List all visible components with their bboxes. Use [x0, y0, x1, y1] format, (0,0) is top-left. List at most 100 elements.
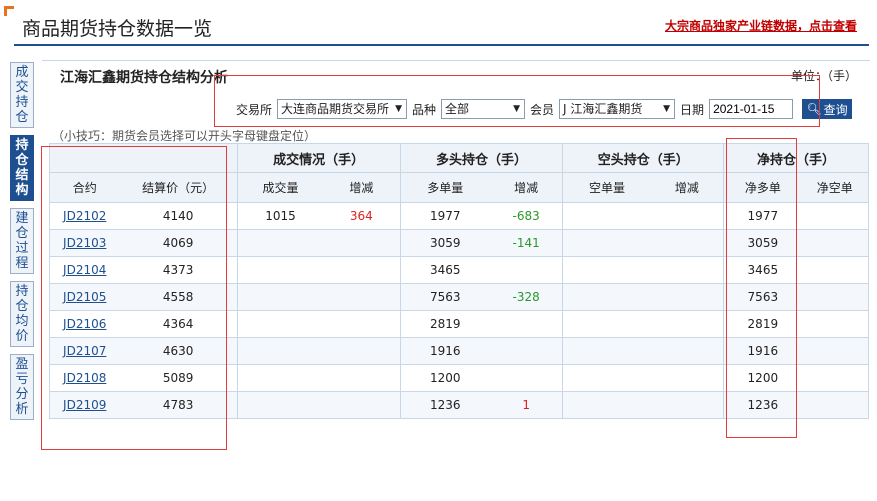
col-header-volume: 成交量 — [236, 172, 324, 203]
table-row: JD2106 4364 2819 2819 — [49, 310, 869, 338]
cell-volume — [236, 283, 324, 311]
cell-short — [562, 229, 651, 257]
cell-short — [562, 256, 651, 284]
cell-volume-change — [323, 364, 401, 392]
cell-long: 1200 — [399, 364, 490, 392]
member-select[interactable]: J 江海汇鑫期货 ▼ — [559, 99, 676, 119]
col-header-short-change: 增减 — [650, 172, 724, 203]
cell-long-change: -328 — [489, 283, 563, 311]
query-button[interactable]: 🔍︎ 查询 — [802, 99, 853, 119]
member-label: 会员 — [530, 102, 555, 117]
contract-link[interactable]: JD2107 — [63, 344, 106, 358]
cell-volume-change: 364 — [323, 202, 401, 230]
cell-long: 2819 — [399, 310, 490, 338]
table-body: JD2102 4140 1015 364 1977 -683 1977 JD2103 4069 3… — [49, 202, 869, 419]
position-table: 成交情况（手） 多头持仓（手） 空头持仓（手） 净持仓（手） 合约 结算价（元）… — [49, 143, 869, 419]
header-divider — [14, 44, 869, 46]
cell-net-short — [801, 337, 869, 365]
cell-long-change: 1 — [489, 391, 563, 419]
cell-volume — [236, 310, 324, 338]
cell-price: 5089 — [119, 364, 238, 392]
cell-long-change — [489, 337, 563, 365]
cell-net-long: 1200 — [723, 364, 802, 392]
query-button-label: 查询 — [823, 102, 848, 117]
date-label: 日期 — [680, 102, 705, 117]
cell-net-short — [801, 310, 869, 338]
cell-net-short — [801, 229, 869, 257]
tip-text: （小技巧：期货会员选择可以开头字母键盘定位） — [52, 129, 317, 143]
variety-select[interactable]: 全部 ▼ — [441, 99, 526, 119]
table-row: JD2103 4069 3059 -141 3059 — [49, 229, 869, 257]
side-tab-build-process[interactable]: 建仓过程 — [10, 208, 34, 274]
side-tab-position-structure[interactable]: 持仓结构 — [10, 135, 34, 201]
cell-price: 4558 — [119, 283, 238, 311]
cell-short — [562, 283, 651, 311]
table-row: JD2108 5089 1200 1200 — [49, 364, 869, 392]
group-header-long: 多头持仓（手） — [399, 143, 563, 173]
exchange-select[interactable]: 大连商品期货交易所 ▼ — [277, 99, 408, 119]
cell-long: 1916 — [399, 337, 490, 365]
cell-contract[interactable]: JD2106 — [49, 310, 120, 338]
cell-contract[interactable]: JD2105 — [49, 283, 120, 311]
contract-link[interactable]: JD2105 — [63, 290, 106, 304]
cell-volume-change — [323, 391, 401, 419]
cell-volume — [236, 256, 324, 284]
side-tab-profit-loss[interactable]: 盈亏分析 — [10, 354, 34, 420]
title-corner-mark — [4, 6, 14, 16]
cell-contract[interactable]: JD2104 — [49, 256, 120, 284]
cell-long: 3059 — [399, 229, 490, 257]
cell-long-change — [489, 364, 563, 392]
cell-short-change — [650, 310, 724, 338]
side-tab-average-price[interactable]: 持仓均价 — [10, 281, 34, 347]
cell-short — [562, 337, 651, 365]
cell-contract[interactable]: JD2102 — [49, 202, 120, 230]
section-title: 江海汇鑫期货持仓结构分析 — [60, 70, 228, 86]
cell-short-change — [650, 229, 724, 257]
cell-net-short — [801, 391, 869, 419]
cell-volume: 1015 — [236, 202, 324, 230]
contract-link[interactable]: JD2104 — [63, 263, 106, 277]
exchange-select-value: 大连商品期货交易所 — [281, 102, 390, 116]
cell-net-long: 3465 — [723, 256, 802, 284]
table-row: JD2109 4783 1236 1 1236 — [49, 391, 869, 419]
promo-link[interactable]: 大宗商品独家产业链数据，点击查看 — [665, 17, 857, 34]
cell-long-change — [489, 256, 563, 284]
col-header-volume-change: 增减 — [323, 172, 401, 203]
cell-price: 4783 — [119, 391, 238, 419]
cell-contract[interactable]: JD2109 — [49, 391, 120, 419]
cell-long: 7563 — [399, 283, 490, 311]
cell-contract[interactable]: JD2108 — [49, 364, 120, 392]
table-row: JD2104 4373 3465 3465 — [49, 256, 869, 284]
cell-price: 4373 — [119, 256, 238, 284]
cell-volume-change — [323, 310, 401, 338]
cell-net-short — [801, 364, 869, 392]
contract-link[interactable]: JD2108 — [63, 371, 106, 385]
cell-volume-change — [323, 337, 401, 365]
col-header-short: 空单量 — [562, 172, 651, 203]
chevron-down-icon: ▼ — [395, 104, 403, 114]
group-header-short: 空头持仓（手） — [562, 143, 724, 173]
filter-bar: 交易所 大连商品期货交易所 ▼ 品种 全部 ▼ 会员 J 江海汇鑫期货 ▼ 日期… — [236, 99, 853, 119]
contract-link[interactable]: JD2102 — [63, 209, 106, 223]
cell-short — [562, 364, 651, 392]
col-header-long-change: 增减 — [489, 172, 563, 203]
contract-link[interactable]: JD2109 — [63, 398, 106, 412]
col-header-net-short: 净空单 — [801, 172, 869, 203]
cell-net-long: 1916 — [723, 337, 802, 365]
cell-long: 1236 — [399, 391, 490, 419]
cell-net-short — [801, 283, 869, 311]
cell-short-change — [650, 256, 724, 284]
cell-short-change — [650, 391, 724, 419]
page-title: 商品期货持仓数据一览 — [22, 18, 213, 40]
col-header-long: 多单量 — [399, 172, 490, 203]
contract-link[interactable]: JD2103 — [63, 236, 106, 250]
cell-contract[interactable]: JD2103 — [49, 229, 120, 257]
cell-contract[interactable]: JD2107 — [49, 337, 120, 365]
contract-link[interactable]: JD2106 — [63, 317, 106, 331]
cell-long-change — [489, 310, 563, 338]
date-input[interactable] — [709, 99, 794, 119]
group-header-net: 净持仓（手） — [723, 143, 869, 173]
cell-net-long: 7563 — [723, 283, 802, 311]
side-tab-trade-position[interactable]: 成交持仓 — [10, 62, 34, 128]
col-header-price: 结算价（元） — [119, 172, 238, 203]
